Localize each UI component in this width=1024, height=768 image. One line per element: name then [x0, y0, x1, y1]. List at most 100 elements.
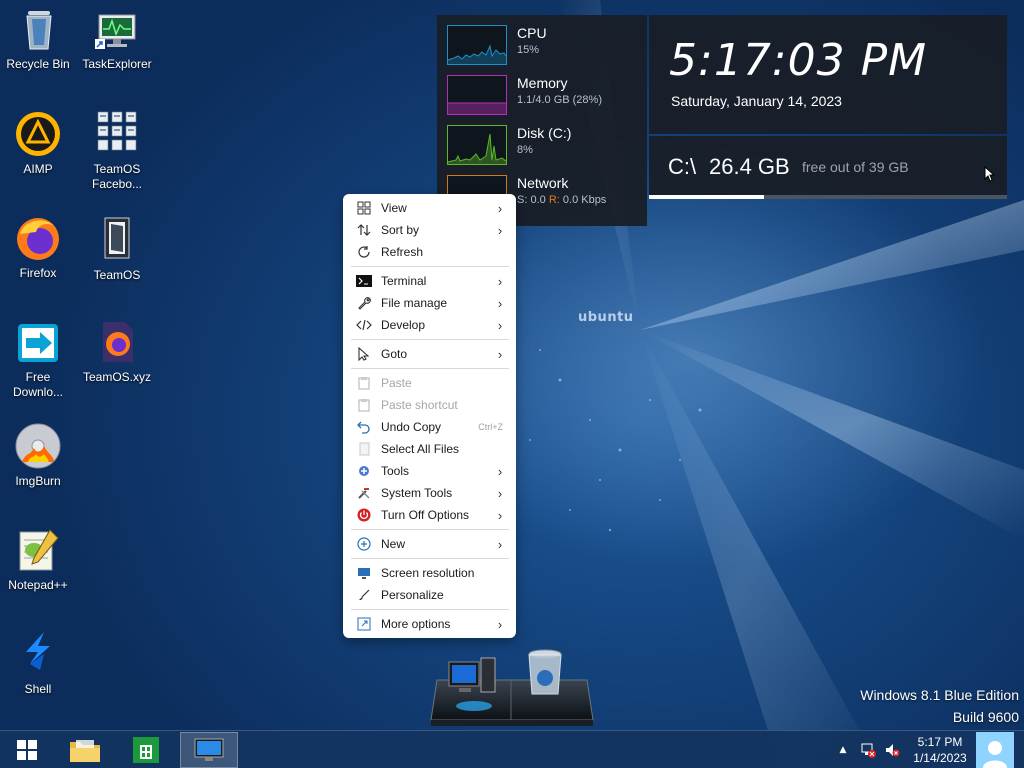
paste-icon: [353, 372, 375, 394]
memory-title: Memory: [517, 75, 568, 91]
power-icon: [353, 504, 375, 526]
desktop-icon-imgburn[interactable]: ImgBurn: [0, 422, 76, 489]
network-receive-value: 0.0 Kbps: [562, 194, 607, 206]
menu-item-label: Refresh: [381, 245, 424, 259]
menu-item-label: Terminal: [381, 274, 427, 288]
sort-icon: [353, 219, 375, 241]
taskbar-time: 5:17 PM: [917, 735, 963, 749]
network-title: Network: [517, 175, 569, 191]
chevron-right-icon: ›: [497, 536, 503, 552]
system-tray: ▲: [836, 731, 900, 768]
chevron-right-icon: ›: [497, 346, 503, 362]
desktop-icon-teamos[interactable]: TeamOS: [79, 214, 155, 283]
disk-usage-bar: [649, 195, 1007, 199]
menu-item-turn-off-options[interactable]: Turn Off Options ›: [348, 504, 511, 526]
taskbar-clock[interactable]: 5:17 PM 1/14/2023: [904, 734, 976, 766]
desktop-icon-free-download-manager[interactable]: Free Downlo...: [0, 318, 76, 400]
chevron-right-icon: ›: [497, 317, 503, 333]
taskbar-store[interactable]: [121, 732, 171, 768]
taskbar-file-explorer[interactable]: [60, 732, 110, 768]
user-icon: [983, 741, 1007, 768]
menu-item-label: More options: [381, 617, 451, 631]
icon-label: TeamOS: [93, 268, 141, 282]
this-pc-dock-icon[interactable]: [447, 656, 499, 700]
desktop-icon-firefox[interactable]: Firefox: [0, 214, 76, 281]
ubuntu-logo-text: ubuntu: [578, 310, 634, 325]
menu-item-label: Screen resolution: [381, 566, 475, 580]
refresh-icon: [353, 241, 375, 263]
desktop-icon-shell[interactable]: Shell: [0, 630, 76, 697]
menu-item-select-all-files[interactable]: Select All Files: [348, 438, 511, 460]
perf-cpu[interactable]: CPU 15%: [447, 25, 642, 67]
desktop-icon-teamos-facebook[interactable]: TeamOS Facebo...: [79, 108, 155, 192]
menu-separator: [351, 368, 509, 369]
windows-logo-icon: [17, 740, 37, 760]
icon-label: ImgBurn: [15, 474, 61, 488]
menu-item-tools[interactable]: Tools ›: [348, 460, 511, 482]
user-avatar-button[interactable]: [976, 732, 1014, 768]
chevron-right-icon: ›: [497, 295, 503, 311]
desktop-context-menu[interactable]: View › Sort by › Refresh Terminal › File…: [343, 194, 516, 638]
chevron-right-icon: ›: [497, 485, 503, 501]
menu-separator: [351, 558, 509, 559]
menu-item-view[interactable]: View ›: [348, 197, 511, 219]
more-options-icon: [353, 613, 375, 635]
cpu-title: CPU: [517, 25, 547, 41]
desktop-icon-aimp[interactable]: AIMP: [0, 110, 76, 177]
recycle-bin-dock-icon[interactable]: [523, 648, 567, 698]
menu-item-sort-by[interactable]: Sort by ›: [348, 219, 511, 241]
menu-item-more-options[interactable]: More options ›: [348, 613, 511, 635]
network-disconnected-icon[interactable]: [860, 742, 876, 758]
desktop-icon-teamos-xyz[interactable]: TeamOS.xyz: [79, 318, 155, 385]
perf-disk[interactable]: Disk (C:) 8%: [447, 125, 642, 167]
menu-item-file-manage[interactable]: File manage ›: [348, 292, 511, 314]
desktop-icon-taskexplorer[interactable]: TaskExplorer: [79, 5, 155, 72]
teamos-icon: [104, 217, 130, 259]
desktop-icon-recycle-bin[interactable]: Recycle Bin: [0, 5, 76, 72]
menu-item-paste-shortcut[interactable]: Paste shortcut: [348, 394, 511, 416]
menu-item-new[interactable]: New ›: [348, 533, 511, 555]
taskbar-date: 1/14/2023: [913, 751, 967, 765]
wrench-icon: [353, 292, 375, 314]
edition-line: Windows 8.1 Blue Edition: [860, 687, 1019, 703]
code-icon: [353, 314, 375, 336]
menu-item-label: Tools: [381, 464, 410, 478]
perf-memory[interactable]: Memory 1.1/4.0 GB (28%): [447, 75, 642, 117]
clock-date: Saturday, January 14, 2023: [671, 93, 842, 109]
menu-separator: [351, 529, 509, 530]
icon-label: TeamOS Facebo...: [91, 162, 143, 191]
volume-muted-icon[interactable]: [884, 742, 900, 758]
memory-graph: [447, 75, 507, 115]
system-tools-icon: [353, 482, 375, 504]
menu-item-personalize[interactable]: Personalize: [348, 584, 511, 606]
menu-item-label: View: [381, 201, 407, 215]
menu-item-screen-resolution[interactable]: Screen resolution: [348, 562, 511, 584]
tools-icon: [353, 460, 375, 482]
clock-widget[interactable]: 5:17:03 PM Saturday, January 14, 2023: [649, 15, 1007, 134]
desktop-icon-notepad-plus-plus[interactable]: Notepad++: [0, 526, 76, 593]
dock[interactable]: [429, 648, 595, 728]
icon-label: Notepad++: [8, 578, 68, 592]
menu-item-develop[interactable]: Develop ›: [348, 314, 511, 336]
network-value: S: 0.0 R: 0.0 Kbps: [517, 194, 606, 206]
menu-item-refresh[interactable]: Refresh: [348, 241, 511, 263]
ubuntu-logo: ubuntu: [578, 310, 634, 325]
show-hidden-icons-button[interactable]: ▲: [836, 745, 850, 755]
icon-label: TaskExplorer: [82, 57, 152, 71]
menu-item-undo-copy[interactable]: Undo Copy Ctrl+Z: [348, 416, 511, 438]
menu-item-terminal[interactable]: Terminal ›: [348, 270, 511, 292]
disk-space-widget[interactable]: C:\ 26.4 GB free out of 39 GB: [649, 136, 1007, 199]
menu-item-label: Undo Copy: [381, 420, 442, 434]
menu-item-paste[interactable]: Paste: [348, 372, 511, 394]
brush-icon: [353, 584, 375, 606]
build-line: Build 9600: [952, 709, 1019, 725]
aimp-icon: [16, 112, 60, 156]
icon-label: Firefox: [19, 266, 57, 280]
icon-label: TeamOS.xyz: [82, 370, 151, 384]
menu-item-system-tools[interactable]: System Tools ›: [348, 482, 511, 504]
start-button[interactable]: [5, 732, 49, 768]
disk-total-text: free out of 39 GB: [802, 159, 909, 175]
icon-label: Shell: [24, 682, 52, 696]
taskbar-desktop-app[interactable]: [180, 732, 238, 768]
menu-item-goto[interactable]: Goto ›: [348, 343, 511, 365]
